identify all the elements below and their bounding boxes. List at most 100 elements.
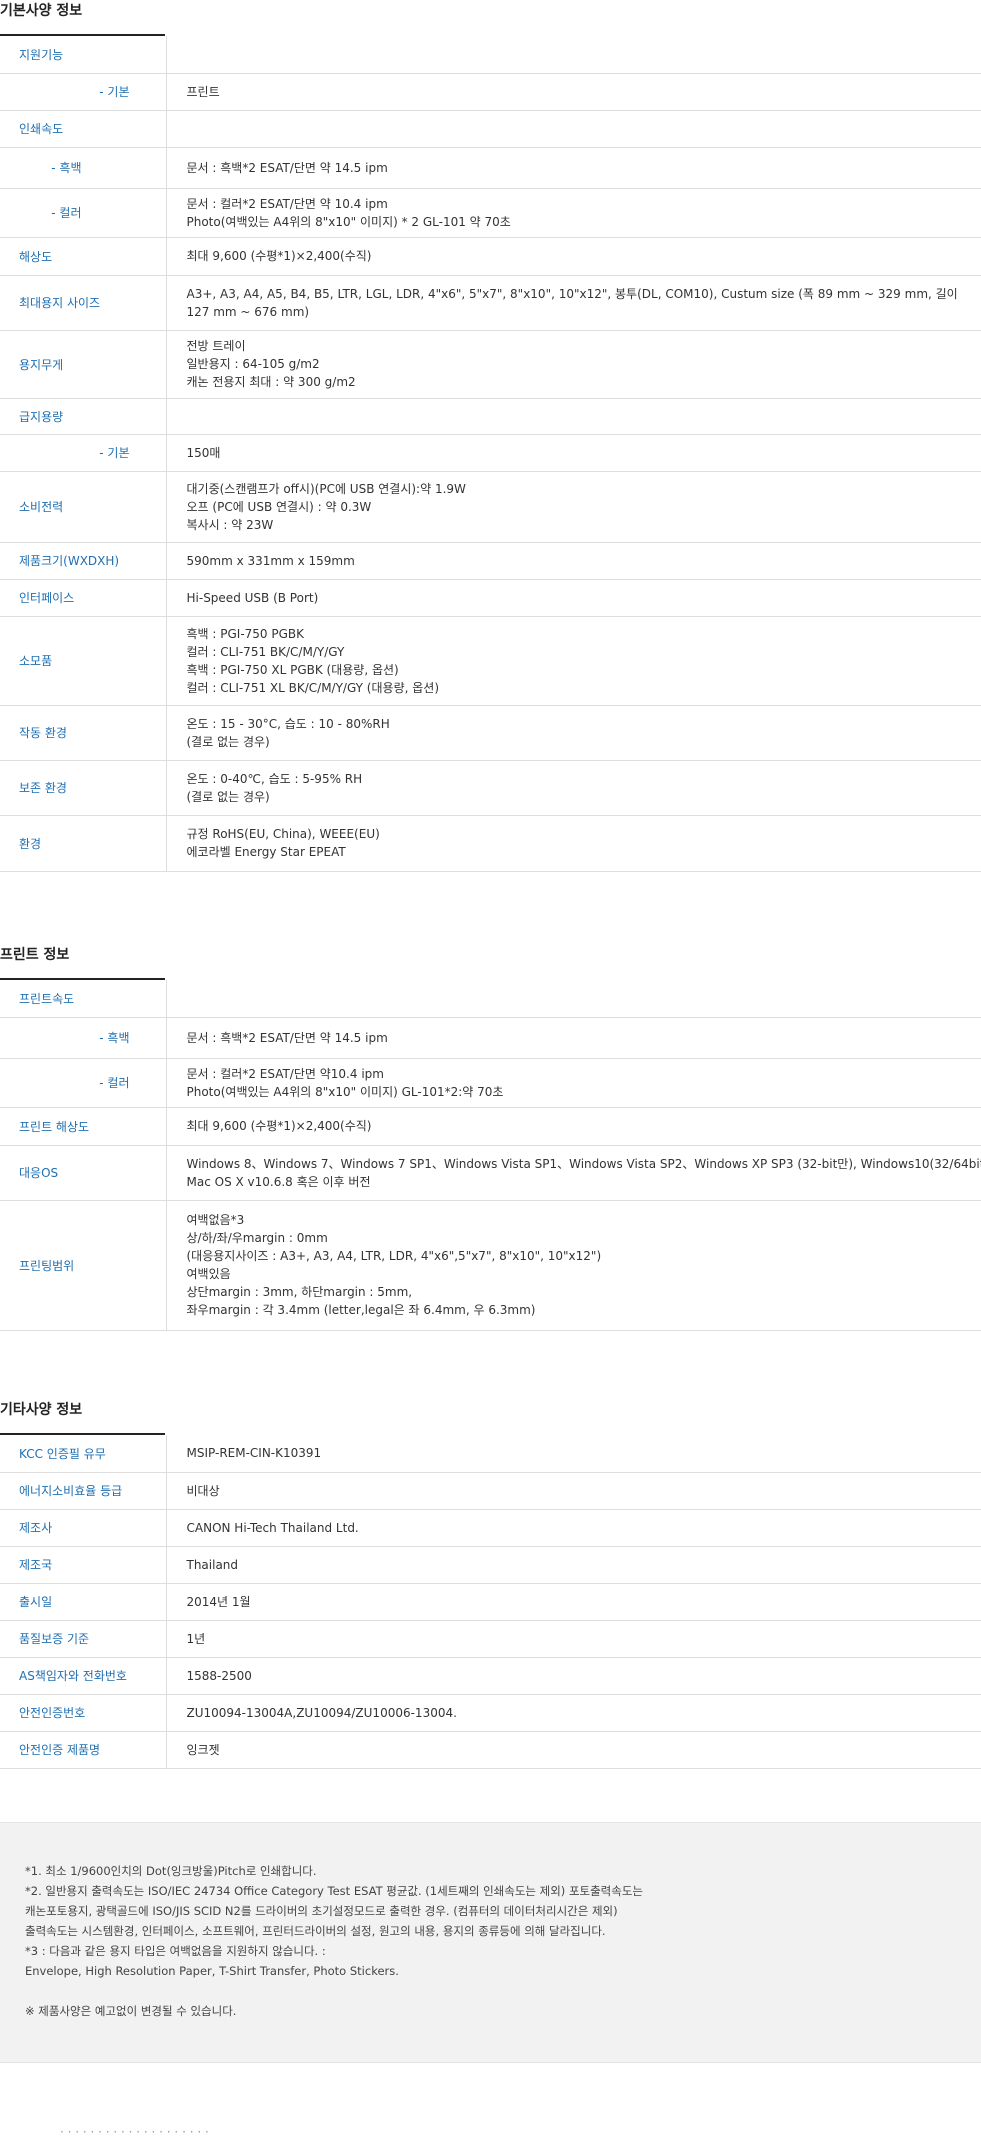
spec-label: 작동 환경 — [0, 705, 167, 761]
spec-label-text: 해상도 — [19, 249, 53, 264]
spec-value-line: 비대상 — [186, 1483, 220, 1498]
spec-label-text: 제조사 — [19, 1521, 53, 1535]
spec-label-text: 안전인증번호 — [19, 1706, 86, 1720]
spec-value: 프린트 — [166, 73, 981, 111]
spec-value-line: Photo(여백있는 A4위의 8"x10" 이미지) * 2 GL-101 약… — [186, 214, 511, 229]
spec-label: 소비전력 — [0, 471, 167, 543]
spec-value-line: 상/하/좌/우margin : 0mm — [186, 1231, 328, 1245]
footnote-line: *3 : 다음과 같은 용지 타입은 여백없음을 지원하지 않습니다. : — [25, 1944, 326, 1958]
footnote-line: Envelope, High Resolution Paper, T-Shirt… — [25, 1964, 399, 1978]
spec-row: 제조국 Thailand — [0, 1546, 981, 1584]
spec-label-text: AS책임자와 전화번호 — [19, 1669, 127, 1683]
spec-label: - 흑백 — [0, 1017, 167, 1059]
spec-label-text: - 컬러 — [51, 206, 82, 220]
spec-value-line: 590mm x 331mm x 159mm — [186, 553, 355, 568]
spec-label-text: 에너지소비효율 등급 — [19, 1484, 123, 1498]
spec-value-line: 에코라벨 Energy Star EPEAT — [186, 845, 346, 859]
spec-value-line: A3+, A3, A4, A5, B4, B5, LTR, LGL, LDR, … — [186, 286, 958, 319]
spec-value: MSIP-REM-CIN-K10391 — [166, 1435, 981, 1473]
spec-label-text: 출시일 — [19, 1595, 53, 1609]
spec-value: 규정 RoHS(EU, China), WEEE(EU) 에코라벨 Energy … — [166, 815, 981, 872]
spec-label: 지원기능 — [0, 36, 167, 74]
basic-spec-table: 지원기능 - 기본 프린트 인쇄속도 - 흑백 문서 : 흑백*2 ESAT/단면 약 1… — [0, 36, 981, 872]
spec-row: 지원기능 — [0, 36, 981, 74]
spec-value: ZU10094-13004A,ZU10094/ZU10006-13004. — [166, 1694, 981, 1732]
spec-row: - 컬러 문서 : 컬러*2 ESAT/단면 약 10.4 ipm Photo(여백… — [0, 188, 981, 238]
spec-value-line: 캐논 전용지 최대 : 약 300 g/m2 — [186, 375, 356, 389]
spec-value — [166, 980, 981, 1018]
spec-row: 안전인증 제품명 잉크젯 — [0, 1731, 981, 1769]
spec-value-line: 1년 — [186, 1631, 206, 1646]
spec-value: 문서 : 흑백*2 ESAT/단면 약 14.5 ipm — [166, 1017, 981, 1059]
spec-label-text: 환경 — [19, 836, 42, 851]
spec-value: 여백없음*3 상/하/좌/우margin : 0mm (대응용지사이즈 : A3+,… — [166, 1200, 981, 1331]
spec-row: 급지용량 — [0, 398, 981, 435]
spec-label-text: 인터페이스 — [19, 591, 75, 605]
spec-row: 해상도 최대 9,600 (수평*1)×2,400(수직) — [0, 237, 981, 276]
spec-label-text: 제조국 — [19, 1558, 53, 1572]
spec-value: 문서 : 컬러*2 ESAT/단면 약 10.4 ipm Photo(여백있는 A… — [166, 188, 981, 238]
spec-label: 급지용량 — [0, 398, 167, 435]
footnote-line: *1. 최소 1/9600인치의 Dot(잉크방울)Pitch로 인쇄합니다. — [25, 1864, 317, 1878]
spec-value-line: 여백없음*3 — [186, 1213, 245, 1227]
spec-label-text: 제품크기(WXDXH) — [19, 554, 120, 568]
spec-row: - 기본 150매 — [0, 434, 981, 472]
spec-value-line: (결로 없는 경우) — [186, 734, 270, 749]
footnote-line — [25, 1981, 981, 2001]
spec-row: 프린팅범위 여백없음*3 상/하/좌/우margin : 0mm (대응용지사이즈 :… — [0, 1200, 981, 1331]
spec-value-line: Photo(여백있는 A4위의 8"x10" 이미지) GL-101*2:약 7… — [186, 1084, 504, 1099]
basic-spec-title: 기본사양 정보 — [0, 0, 165, 36]
spec-value-line: (대응용지사이즈 : A3+, A3, A4, LTR, LDR, 4"x6",… — [186, 1249, 602, 1263]
spec-row: 소비전력 대기중(스캔램프가 off시)(PC에 USB 연결시):약 1.9W 오… — [0, 471, 981, 543]
spec-value: 문서 : 흑백*2 ESAT/단면 약 14.5 ipm — [166, 147, 981, 189]
spec-label-text: 급지용량 — [19, 409, 64, 424]
spec-value: 최대 9,600 (수평*1)×2,400(수직) — [166, 237, 981, 276]
spec-label: 제조국 — [0, 1546, 167, 1584]
spec-label-text: - 흑백 — [51, 161, 82, 175]
spec-value-line: 1588-2500 — [186, 1668, 252, 1683]
spec-row: 출시일 2014년 1월 — [0, 1583, 981, 1621]
spec-value-line: ZU10094-13004A,ZU10094/ZU10006-13004. — [186, 1705, 457, 1720]
spec-row: KCC 인증필 유무 MSIP-REM-CIN-K10391 — [0, 1435, 981, 1473]
spec-value-line: 복사시 : 약 23W — [186, 517, 274, 532]
spec-label: 품질보증 기준 — [0, 1620, 167, 1658]
spec-value-line: 온도 : 0-40℃, 습도 : 5-95% RH — [186, 771, 363, 786]
spec-label-text: 대응OS — [19, 1166, 59, 1180]
spec-label-text: 용지무게 — [19, 357, 64, 372]
spec-label: - 기본 — [0, 73, 167, 111]
spec-value-line: 2014년 1월 — [186, 1594, 251, 1609]
spec-value: 비대상 — [166, 1472, 981, 1510]
spec-value: 1588-2500 — [166, 1657, 981, 1695]
spec-label-text: 최대용지 사이즈 — [19, 296, 101, 310]
spec-label-text: 안전인증 제품명 — [19, 1743, 101, 1757]
spec-label: 대응OS — [0, 1145, 167, 1201]
spec-value-line: Thailand — [186, 1557, 239, 1572]
spec-label: 환경 — [0, 815, 167, 872]
spec-row: 대응OS Windows 8、Windows 7、Windows 7 SP1、Wi… — [0, 1145, 981, 1201]
spec-label: AS책임자와 전화번호 — [0, 1657, 167, 1695]
spec-value-line: Hi-Speed USB (B Port) — [186, 590, 319, 605]
footnote-line: 출력속도는 시스템환경, 인터페이스, 소프트웨어, 프린터드라이버의 설정, … — [25, 1924, 606, 1938]
spec-label-text: 지원기능 — [19, 47, 64, 62]
spec-row: 제조사 CANON Hi-Tech Thailand Ltd. — [0, 1509, 981, 1547]
spec-value: CANON Hi-Tech Thailand Ltd. — [166, 1509, 981, 1547]
other-spec-section: 기타사양 정보 KCC 인증필 유무 MSIP-REM-CIN-K10391 에너지… — [0, 1399, 981, 1769]
spec-row: 소모품 흑백 : PGI-750 PGBK 컬러 : CLI-751 BK/C/M/… — [0, 616, 981, 706]
spec-value-line: 문서 : 컬러*2 ESAT/단면 약 10.4 ipm — [186, 196, 388, 211]
spec-value-line: Mac OS X v10.6.8 혹은 이후 버전 — [186, 1174, 371, 1189]
spec-value: 온도 : 15 - 30°C, 습도 : 10 - 80%RH (결로 없는 경우… — [166, 705, 981, 761]
spec-value: 최대 9,600 (수평*1)×2,400(수직) — [166, 1107, 981, 1146]
spec-value: 150매 — [166, 434, 981, 472]
spec-value-line: 전방 트레이 — [186, 339, 246, 353]
spec-label: 에너지소비효율 등급 — [0, 1472, 167, 1510]
spec-value-line: 흑백 : PGI-750 PGBK — [186, 626, 305, 641]
spec-value-line: Windows 8、Windows 7、Windows 7 SP1、Window… — [186, 1156, 981, 1171]
spec-label-text: 보존 환경 — [19, 781, 67, 795]
spec-value: 1년 — [166, 1620, 981, 1658]
spec-label: 프린트 해상도 — [0, 1107, 167, 1146]
spec-value-line: 상단margin : 3mm, 하단margin : 5mm, — [186, 1285, 413, 1299]
spec-row: - 기본 프린트 — [0, 73, 981, 111]
spec-label: - 기본 — [0, 434, 167, 472]
spec-label-text: - 흑백 — [99, 1031, 130, 1045]
spec-value-line: 문서 : 흑백*2 ESAT/단면 약 14.5 ipm — [186, 1030, 388, 1045]
